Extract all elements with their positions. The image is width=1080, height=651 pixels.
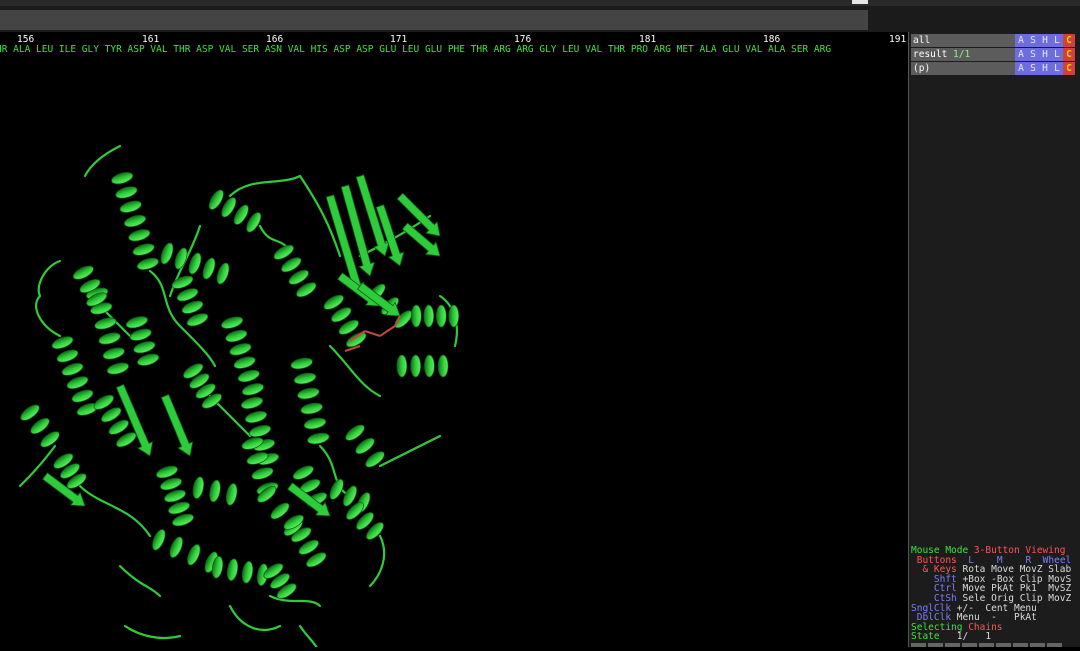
object-hide-button[interactable]: H	[1039, 62, 1051, 75]
panel-header	[868, 6, 1080, 32]
sequence-number: 191	[889, 34, 907, 45]
object-name-text: all	[913, 35, 931, 46]
object-action-button[interactable]: A	[1015, 62, 1027, 75]
object-label-button[interactable]: L	[1051, 48, 1063, 61]
object-panel: all A S H L Cresult 1/1 A S H L C (p) A S H L C Mouse Mo…	[908, 32, 1080, 647]
sequence-residues[interactable]: HR ALA LEU ILE GLY TYR ASP VAL THR ASP V…	[0, 44, 831, 55]
mouse-mode-info[interactable]: Mouse Mode 3-Button Viewing Buttons L M …	[911, 546, 1080, 642]
object-row[interactable]: (p) A S H L C	[911, 62, 1080, 75]
command-input[interactable]	[0, 10, 868, 30]
object-hide-button[interactable]: H	[1039, 48, 1051, 61]
object-color-button[interactable]: C	[1063, 48, 1075, 61]
object-name[interactable]: all	[911, 34, 1015, 47]
object-name[interactable]: (p)	[911, 62, 1015, 75]
sequence-viewer[interactable]: 156 161 166 171 176 181 186 191 HR ALA LEU ILE …	[0, 32, 908, 66]
state-value: 1/ 1	[939, 631, 992, 643]
object-color-button[interactable]: C	[1063, 34, 1075, 47]
object-show-button[interactable]: S	[1027, 62, 1039, 75]
object-name[interactable]: result 1/1	[911, 48, 1015, 61]
object-label-button[interactable]: L	[1051, 34, 1063, 47]
movie-controls[interactable]	[911, 643, 1080, 647]
object-name-text: result	[913, 49, 954, 60]
command-bar	[0, 6, 908, 32]
object-color-button[interactable]: C	[1063, 62, 1075, 75]
object-hide-button[interactable]: H	[1039, 34, 1051, 47]
object-row[interactable]: all A S H L C	[911, 34, 1080, 47]
object-name-text: (p)	[913, 63, 931, 74]
object-show-button[interactable]: S	[1027, 34, 1039, 47]
protein-cartoon	[18, 144, 460, 651]
object-state-fraction: 1/1	[953, 49, 971, 60]
molecule-viewport[interactable]	[0, 66, 908, 651]
object-row[interactable]: result 1/1 A S H L C	[911, 48, 1080, 61]
state-label: State	[911, 631, 940, 643]
object-show-button[interactable]: S	[1027, 48, 1039, 61]
scroll-handle[interactable]	[852, 0, 868, 4]
object-action-button[interactable]: A	[1015, 48, 1027, 61]
object-label-button[interactable]: L	[1051, 62, 1063, 75]
object-action-button[interactable]: A	[1015, 34, 1027, 47]
